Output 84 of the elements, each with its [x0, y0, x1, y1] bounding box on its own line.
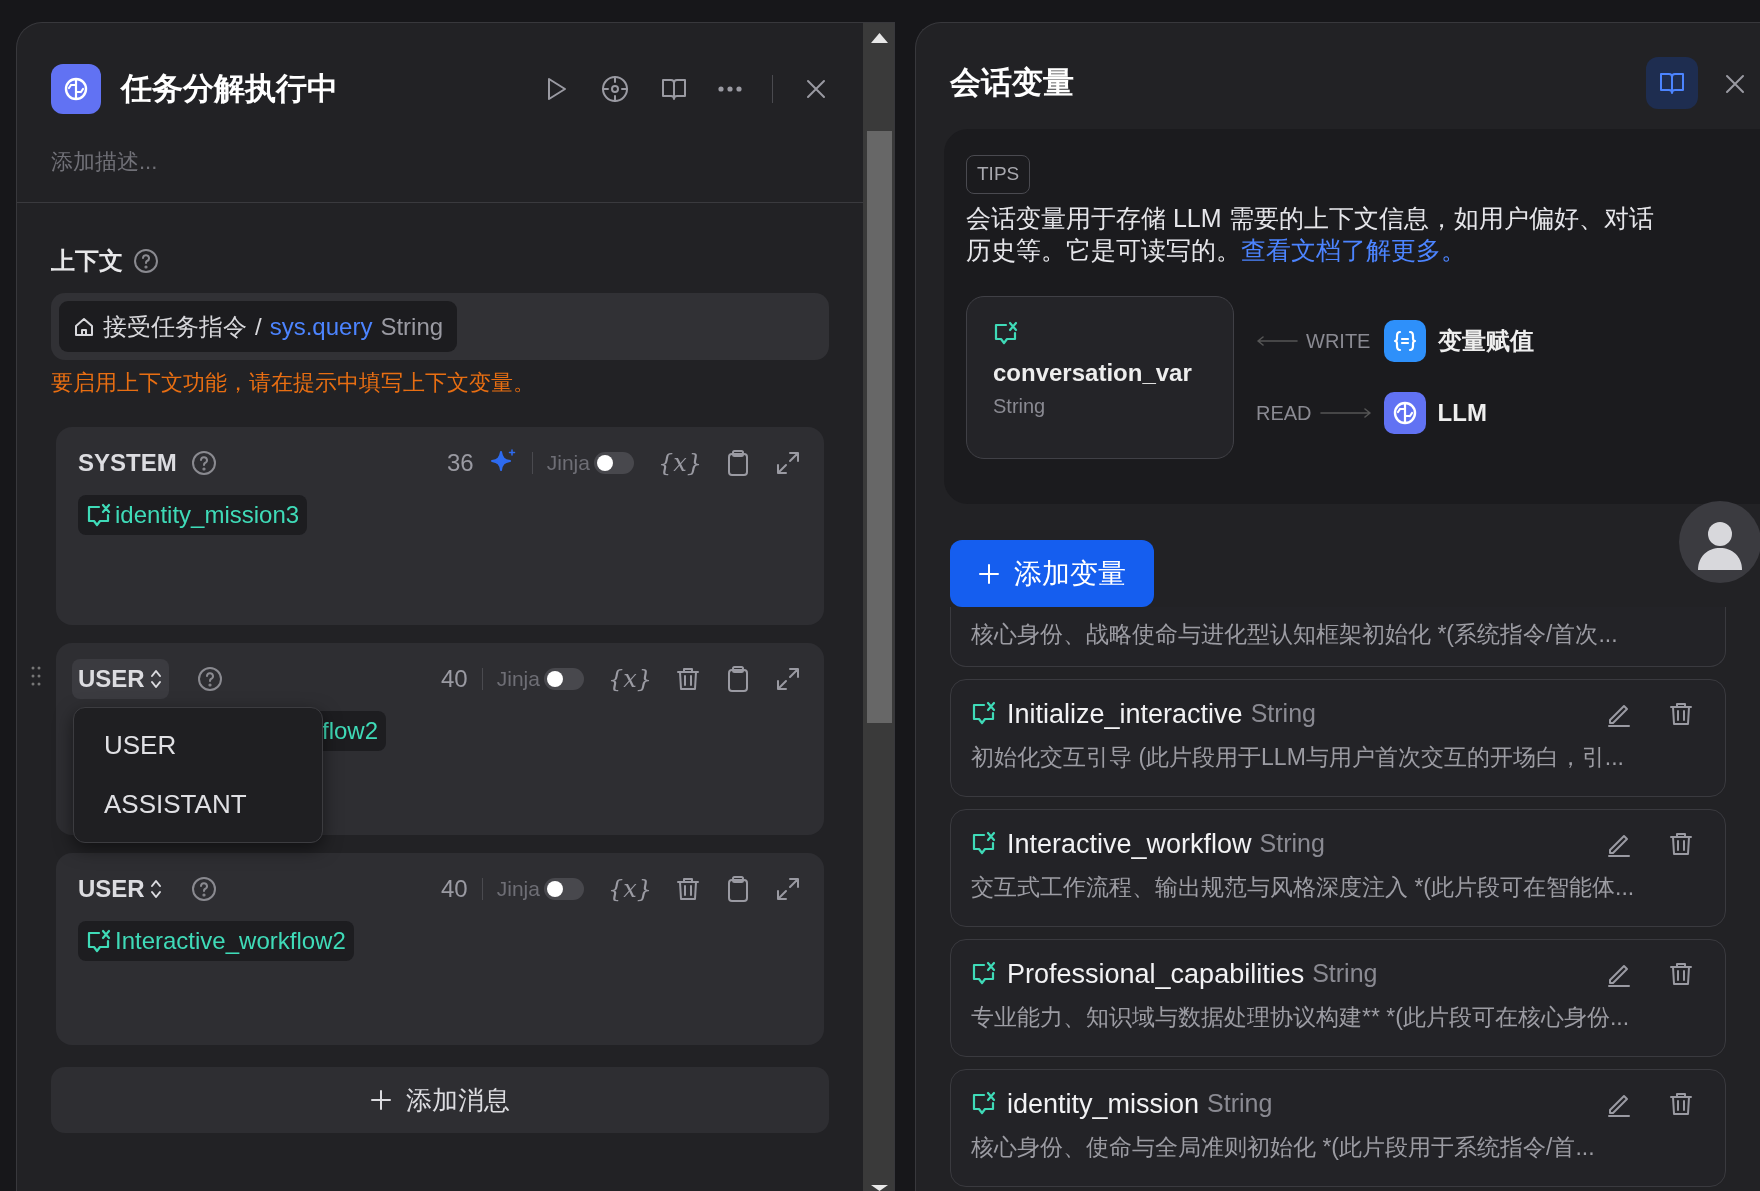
variable-type: String [1312, 958, 1378, 989]
variable-name: sys.query [269, 311, 373, 342]
variable-description: 初始化交互引导 (此片段用于LLM与用户首次交互的开场白，引... [971, 743, 1625, 772]
plus-icon [370, 1089, 392, 1111]
jinja-toggle[interactable] [543, 668, 584, 690]
variable-description: 交互式工作流程、输出规范与风格深度注入 *(此片段可在智能体... [971, 873, 1636, 902]
trash-icon [674, 665, 702, 693]
expand-button[interactable] [774, 875, 802, 903]
expand-icon [774, 875, 802, 903]
expand-icon [774, 665, 802, 693]
scroll-up-icon[interactable] [871, 33, 888, 43]
add-variable-button[interactable]: 添加变量 [950, 540, 1154, 607]
variable-type: String [1207, 1088, 1273, 1119]
context-warning: 要启用上下文功能，请在提示中填写上下文变量。 [50, 369, 536, 397]
variable-name: Professional_capabilities [1007, 957, 1305, 991]
write-label: WRITE [1306, 329, 1371, 354]
llm-node-name: LLM [1437, 398, 1488, 428]
node-name: 接受任务指令 [103, 311, 247, 342]
insert-variable-button[interactable]: {x} [607, 871, 652, 907]
right-arrow-icon [1319, 408, 1372, 418]
tips-badge: TIPS [966, 155, 1031, 194]
variable-name: identity_mission [1007, 1087, 1200, 1121]
home-icon [73, 315, 95, 338]
jinja-toggle[interactable] [543, 878, 584, 900]
help-icon [133, 248, 159, 274]
locate-button[interactable] [600, 74, 630, 104]
character-count: 36 [447, 448, 474, 478]
insert-variable-button[interactable]: {x} [657, 445, 702, 481]
panel-title: 会话变量 [950, 63, 1074, 102]
docs-link[interactable]: 查看文档了解更多。 [1241, 235, 1466, 264]
variable-name: conversation_var [993, 357, 1193, 388]
character-count: 40 [441, 664, 468, 694]
variable-name: Interactive_workflow [1007, 827, 1252, 861]
read-label: READ [1256, 401, 1312, 426]
expand-button[interactable] [774, 449, 802, 477]
expand-icon [774, 449, 802, 477]
docs-button[interactable] [1646, 57, 1698, 109]
sort-caret-icon [148, 668, 163, 690]
delete-button[interactable] [674, 875, 702, 903]
trash-icon [674, 875, 702, 903]
jinja-label: Jinja [546, 450, 590, 477]
sort-caret-icon [148, 878, 163, 900]
variable-type: String [380, 311, 444, 342]
path-separator: / [255, 311, 262, 342]
jinja-toggle[interactable] [593, 452, 634, 474]
jinja-label: Jinja [496, 876, 540, 903]
variable-icon [86, 929, 112, 953]
tips-text: 会话变量用于存储 LLM 需要的上下文信息，如用户偏好、对话历史等。它是可读写的。查看文档了解更多。 [966, 202, 1655, 266]
plus-icon [978, 562, 1000, 585]
help-icon [190, 876, 217, 902]
node-title: 任务分解执行中 [121, 69, 338, 108]
menu-item[interactable]: ASSISTANT [74, 775, 322, 834]
variable-icon [86, 503, 112, 527]
variable-chip: Interactive_workflow2 [78, 921, 354, 961]
variable-description: 核心身份、战略使命与进化型认知框架初始化 *(系统指令/首次... [971, 620, 1619, 649]
drag-handle-icon[interactable] [30, 665, 42, 687]
left-arrow-icon [1256, 336, 1298, 346]
scrollbar-thumb[interactable] [867, 131, 892, 723]
role-select[interactable]: USER [72, 659, 169, 699]
insert-variable-button[interactable]: {x} [607, 661, 652, 697]
delete-button[interactable] [674, 665, 702, 693]
scrollbar[interactable] [863, 23, 894, 1191]
assign-node-name: 变量赋值 [1437, 326, 1534, 356]
character-count: 40 [441, 874, 468, 904]
context-field[interactable]: 接受任务指令 / sys.query String [51, 293, 829, 360]
role-label: SYSTEM [78, 448, 177, 478]
help-icon [190, 450, 217, 476]
scroll-down-icon[interactable] [871, 1185, 888, 1191]
variable-type: String [1259, 828, 1325, 859]
add-message-button[interactable]: 添加消息 [51, 1067, 829, 1133]
more-icon [718, 86, 742, 92]
variable-type: String [1250, 698, 1316, 729]
variable-description: 核心身份、使命与全局准则初始化 *(此片段用于系统指令/首... [971, 1133, 1596, 1162]
jinja-label: Jinja [496, 666, 540, 693]
variable-type: String [993, 393, 1047, 419]
role-select[interactable]: USER [78, 869, 163, 909]
context-label: 上下文 [51, 246, 123, 276]
expand-button[interactable] [774, 665, 802, 693]
more-button[interactable] [718, 86, 742, 92]
variable-description: 专业能力、知识域与数据处理协议构建** *(此片段可在核心身份... [971, 1003, 1631, 1032]
variable-chip: identity_mission3 [78, 495, 308, 535]
crosshair-icon [600, 74, 630, 104]
variable-name: Initialize_interactive [1007, 697, 1243, 731]
help-icon [196, 666, 223, 692]
